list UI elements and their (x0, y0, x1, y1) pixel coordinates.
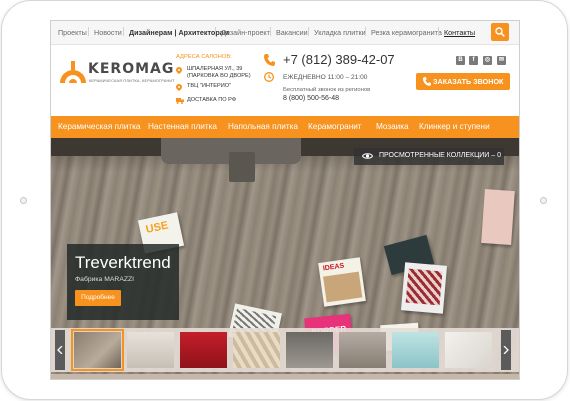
slide-details-button[interactable]: Подробнее (75, 290, 121, 306)
category-menu: Керамическая плитка Настенная плитка Нап… (51, 116, 519, 138)
nav-separator (308, 27, 309, 36)
category-clinker[interactable]: Клинкер и ступени (419, 122, 490, 131)
salon-address-1-text: ШПАЛЕРНАЯ УЛ., 39 (187, 66, 243, 72)
nav-separator (270, 27, 271, 36)
thumbnail-3[interactable] (180, 332, 227, 368)
slide-factory: Фабрика MARAZZI (75, 276, 135, 283)
category-mosaic[interactable]: Мозаика (376, 122, 409, 131)
thumbnail-4[interactable] (233, 332, 280, 368)
nav-separator (438, 27, 439, 36)
next-arrow-button[interactable] (501, 330, 511, 370)
nav-separator (215, 27, 216, 36)
nav-projects[interactable]: Проекты (58, 28, 87, 37)
category-ceramic-tile[interactable]: Керамическая плитка (58, 122, 140, 131)
nav-design-project[interactable]: Дизайн-проект (221, 28, 270, 37)
hero-slider: USE IDEAS BORDER ПРОСМОТРЕННЫЕ КОЛЛЕКЦИИ… (51, 138, 519, 379)
search-icon (495, 27, 505, 37)
nav-separator (365, 27, 366, 36)
thumbnail-6[interactable] (339, 332, 386, 368)
facebook-icon[interactable]: f (469, 56, 478, 65)
logo-tagline: КЕРАМИЧЕСКАЯ ПЛИТКА, КЕРАМОГРАНИТ (89, 79, 175, 83)
thumbnail-1[interactable] (71, 329, 124, 371)
camera-dot (20, 197, 27, 204)
phone-icon (423, 77, 431, 86)
magazine-stack (481, 189, 515, 245)
hero-bottom-edge (51, 374, 519, 379)
delivery-link[interactable]: ДОСТАВКА ПО РФ (176, 97, 236, 104)
logo-name: KEROMAG (88, 61, 175, 77)
phone-icon (264, 54, 275, 66)
viewed-collections-label: ПРОСМОТРЕННЫЕ КОЛЛЕКЦИИ – 0 (379, 152, 501, 159)
vk-icon[interactable]: В (456, 56, 465, 65)
thumbnail-strip (51, 328, 519, 372)
salons-title: АДРЕСА САЛОНОВ: (176, 54, 232, 60)
nav-contacts[interactable]: Контакты (444, 28, 475, 37)
slide-caption: Treverktrend Фабрика MARAZZI Подробнее (67, 244, 179, 320)
prev-arrow-button[interactable] (55, 330, 65, 370)
category-wall-tile[interactable]: Настенная плитка (148, 122, 217, 131)
salon-address-2[interactable]: ТВЦ "ИНТЕРИО" (176, 83, 232, 91)
nav-separator (123, 27, 124, 36)
slide-title: Treverktrend (75, 253, 171, 272)
nav-vacancies[interactable]: Вакансии (276, 28, 308, 37)
chevron-left-icon (57, 346, 63, 354)
magazine-ornament (400, 262, 448, 314)
category-porcelain[interactable]: Керамогранит (308, 122, 362, 131)
clock-icon (264, 72, 274, 82)
nav-tile-laying[interactable]: Укладка плитки (314, 28, 366, 37)
salon-address-1[interactable]: ШПАЛЕРНАЯ УЛ., 39 (ПАРКОВКА ВО ДВОРЕ) (176, 66, 251, 80)
hero-stool (229, 152, 255, 182)
site-logo[interactable]: KEROMAG КЕРАМИЧЕСКАЯ ПЛИТКА, КЕРАМОГРАНИ… (58, 57, 175, 91)
thumbnail-7[interactable] (392, 332, 439, 368)
thumbnail-5[interactable] (286, 332, 333, 368)
nav-porcelain-cutting[interactable]: Резка керамогранита (371, 28, 442, 37)
thumbnail-2[interactable] (127, 332, 174, 368)
top-navigation: Проекты Новости Дизайнерам | Архитектора… (51, 21, 519, 45)
chevron-right-icon (503, 346, 509, 354)
salon-address-1-note: (ПАРКОВКА ВО ДВОРЕ) (187, 73, 251, 79)
screen: Проекты Новости Дизайнерам | Архитектора… (50, 20, 520, 380)
magazine-ideas: IDEAS (318, 257, 366, 307)
salon-address-2-text: ТВЦ "ИНТЕРИО" (187, 83, 232, 89)
instagram-icon[interactable]: ◎ (483, 56, 492, 65)
working-hours: ЕЖЕДНЕВНО 11:00 – 21:00 (283, 74, 368, 81)
viewed-collections-button[interactable]: ПРОСМОТРЕННЫЕ КОЛЛЕКЦИИ – 0 (354, 148, 504, 165)
search-button[interactable] (491, 23, 509, 41)
home-button[interactable] (540, 197, 547, 204)
category-floor-tile[interactable]: Напольная плитка (228, 122, 298, 131)
callback-button[interactable]: ЗАКАЗАТЬ ЗВОНОК (416, 73, 510, 90)
map-pin-icon (176, 84, 182, 91)
thumbnail-8[interactable] (445, 332, 492, 368)
map-pin-icon (176, 67, 182, 74)
logo-icon (60, 61, 86, 83)
eye-icon (362, 153, 373, 159)
free-call-label: Бесплатный звонок из регионов (283, 87, 371, 93)
nav-news[interactable]: Новости (94, 28, 122, 37)
delivery-text: ДОСТАВКА ПО РФ (187, 97, 237, 103)
mail-icon[interactable]: ✉ (497, 56, 506, 65)
free-phone-number[interactable]: 8 (800) 500-56-48 (283, 95, 339, 102)
truck-icon (176, 98, 184, 104)
nav-separator (88, 27, 89, 36)
callback-label: ЗАКАЗАТЬ ЗВОНОК (433, 77, 504, 86)
phone-number[interactable]: +7 (812) 389-42-07 (283, 52, 395, 67)
